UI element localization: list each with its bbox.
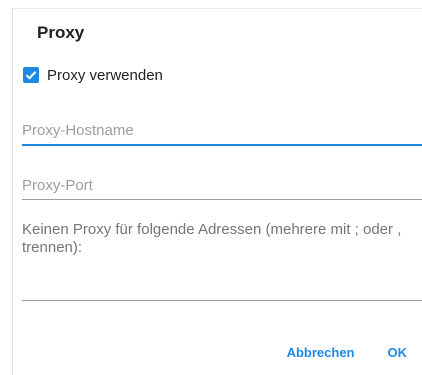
use-proxy-row[interactable]: Proxy verwenden xyxy=(23,65,163,85)
dialog-actions: Abbrechen OK xyxy=(287,345,407,360)
port-field xyxy=(22,173,422,200)
exclude-field: Keinen Proxy für folgende Adressen (mehr… xyxy=(22,221,422,301)
exclude-input[interactable] xyxy=(22,263,422,291)
dialog-title: Proxy xyxy=(37,23,85,42)
cancel-button[interactable]: Abbrechen xyxy=(287,345,355,360)
hostname-field xyxy=(22,118,422,146)
port-input[interactable] xyxy=(22,173,422,197)
use-proxy-label: Proxy verwenden xyxy=(47,66,163,84)
exclude-label: Keinen Proxy für folgende Adressen (mehr… xyxy=(22,221,402,256)
hostname-input[interactable] xyxy=(22,118,422,142)
ok-button[interactable]: OK xyxy=(388,345,408,360)
proxy-dialog: Proxy Proxy verwenden Keinen Proxy für f… xyxy=(12,8,422,375)
check-icon xyxy=(25,71,37,80)
use-proxy-checkbox[interactable] xyxy=(23,67,39,83)
